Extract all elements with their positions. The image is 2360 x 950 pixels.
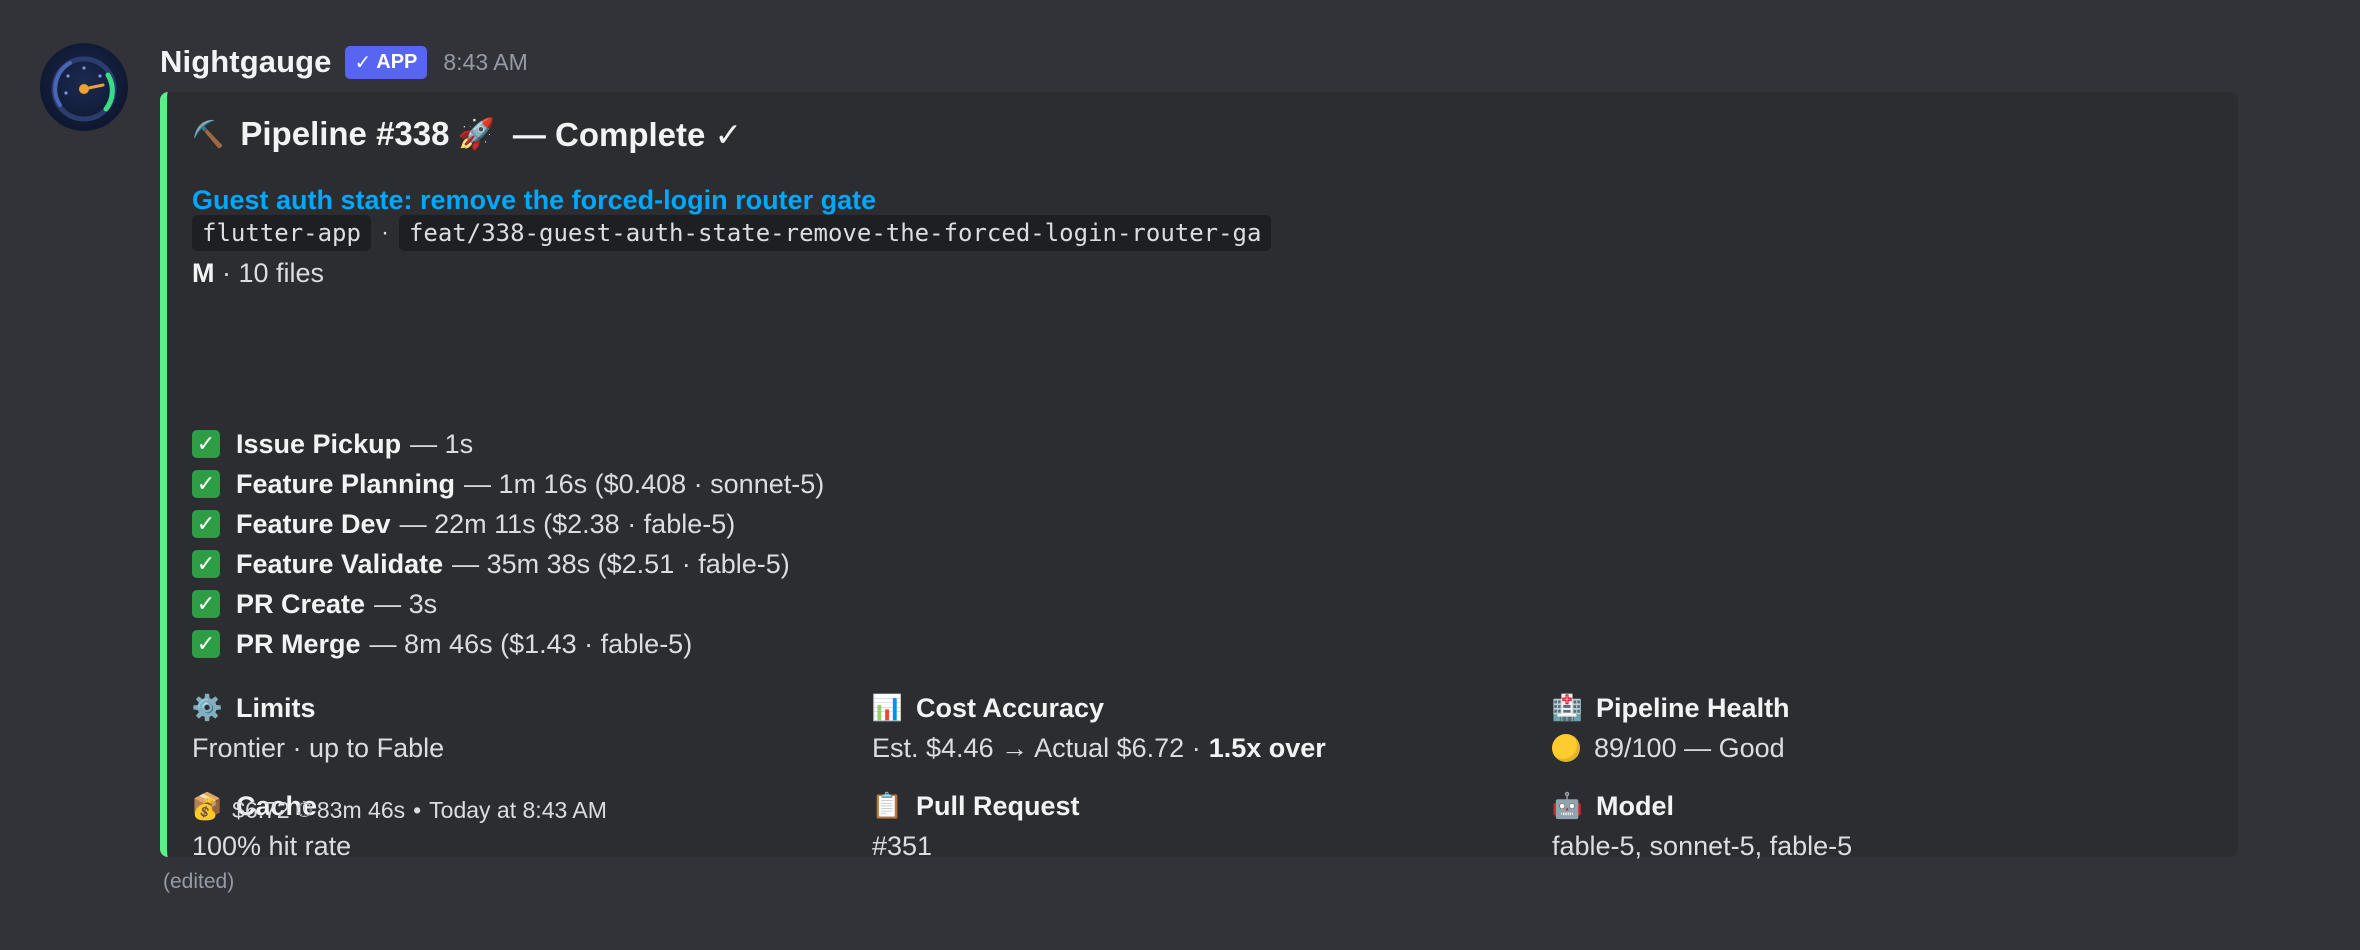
field-label: Model xyxy=(1596,790,1674,821)
stage-name: PR Create xyxy=(236,588,366,619)
check-mark-icon: ✓ xyxy=(192,590,220,618)
health-score: 89/100 — Good xyxy=(1594,732,1785,763)
yellow-circle-icon xyxy=(1552,734,1580,762)
robot-icon: 🤖 xyxy=(1551,791,1583,820)
stage-row: ✓ Feature Validate — 35m 38s ($2.51 · fa… xyxy=(192,546,790,582)
check-mark-icon: ✓ xyxy=(192,430,220,458)
field-label: Pipeline Health xyxy=(1596,692,1790,723)
verified-check-icon: ✓ xyxy=(354,51,372,74)
stage-detail: — 35m 38s ($2.51 · fable-5) xyxy=(452,548,790,579)
field-limits-name: ⚙️ Limits xyxy=(191,690,832,726)
repo-name: flutter-app xyxy=(192,215,371,251)
stage-detail: — 1m 16s ($0.408 · sonnet-5) xyxy=(464,468,825,499)
stopwatch-icon: ⏱ xyxy=(295,797,313,822)
stage-detail: — 3s xyxy=(374,588,438,619)
message-timestamp[interactable]: 8:43 AM xyxy=(443,49,527,76)
embed-title: ⛏️ Pipeline #338 🚀 — Complete ✓ xyxy=(192,114,742,154)
stage-row: ✓ PR Merge — 8m 46s ($1.43 · fable-5) xyxy=(192,626,692,662)
stage-row: ✓ Feature Dev — 22m 11s ($2.38 · fable-5… xyxy=(192,506,735,542)
bar-chart-icon: 📊 xyxy=(871,693,903,722)
footer-time: Today at 8:43 AM xyxy=(429,796,607,823)
separator: · xyxy=(380,219,389,246)
stage-row: ✓ PR Create — 3s xyxy=(192,586,437,622)
speedometer-icon xyxy=(51,56,117,122)
field-cost-accuracy-name: 📊 Cost Accuracy xyxy=(871,690,1512,726)
field-limits-value: Frontier · up to Fable xyxy=(192,732,445,763)
embed-footer: 💰 $6.72 ⏱ 83m 46s • Today at 8:43 AM xyxy=(192,795,607,825)
field-pipeline-health-name: 🏥 Pipeline Health xyxy=(1551,690,2192,726)
app-badge: ✓ APP xyxy=(344,45,428,79)
file-count: · 10 files xyxy=(222,258,325,288)
repo-branch-line: flutter-app · feat/338-guest-auth-state-… xyxy=(192,215,1272,251)
stage-name: Feature Dev xyxy=(236,508,391,539)
stage-name: Feature Validate xyxy=(236,548,444,579)
avatar[interactable] xyxy=(40,43,128,131)
clipboard-icon: 📋 xyxy=(871,791,903,820)
field-limits-block: ⚙️ Limits Frontier · up to Fable xyxy=(191,690,832,766)
field-pipeline-health-value: 89/100 — Good xyxy=(1552,730,2192,766)
edited-label: (edited) xyxy=(163,870,235,893)
check-mark-icon: ✓ xyxy=(192,510,220,538)
pipeline-embed: ⛏️ Pipeline #338 🚀 — Complete ✓ Guest au… xyxy=(160,92,2238,861)
branch-name: feat/338-guest-auth-state-remove-the-for… xyxy=(398,215,1272,251)
footer-cost: $6.72 xyxy=(232,796,290,823)
cost-estimate-text: Est. $4.46 → Actual $6.72 · xyxy=(872,732,1201,763)
field-label: Limits xyxy=(236,692,316,723)
stage-name: Feature Planning xyxy=(236,468,456,499)
check-mark-icon: ✓ xyxy=(192,630,220,658)
field-cache-value: 100% hit rate xyxy=(192,830,352,861)
footer-duration: 83m 46s xyxy=(316,796,406,823)
stage-name: Issue Pickup xyxy=(236,428,402,459)
embed-title-text: Pipeline #338 xyxy=(240,115,450,152)
issue-link[interactable]: Guest auth state: remove the forced-logi… xyxy=(192,180,876,220)
message-header: Nightgauge ✓ APP 8:43 AM xyxy=(160,42,528,82)
stage-row: ✓ Feature Planning — 1m 16s ($0.408 · so… xyxy=(192,466,824,502)
field-label: Pull Request xyxy=(916,790,1080,821)
rocket-icon: 🚀 xyxy=(457,117,495,151)
embed-title-status: — Complete ✓ xyxy=(512,115,743,153)
field-pull-request-value: #351 xyxy=(872,830,933,861)
field-cost-accuracy-value: Est. $4.46 → Actual $6.72 · 1.5x over xyxy=(872,730,1512,766)
footer-bullet: • xyxy=(413,796,422,823)
app-badge-label: APP xyxy=(376,50,418,73)
field-pipeline-health: 🏥 Pipeline Health 89/100 — Good xyxy=(1551,690,2192,766)
field-pull-request: 📋 Pull Request #351 xyxy=(871,788,1512,864)
stage-detail: — 22m 11s ($2.38 · fable-5) xyxy=(399,508,736,539)
stage-name: PR Merge xyxy=(236,628,361,659)
hospital-icon: 🏥 xyxy=(1551,693,1583,722)
money-bag-icon: 💰 xyxy=(192,798,219,821)
chat-message: Nightgauge ✓ APP 8:43 AM ⛏️ Pipeline #33… xyxy=(0,0,2360,950)
field-pull-request-name: 📋 Pull Request xyxy=(871,788,1512,824)
field-model: 🤖 Model fable-5, sonnet-5, fable-5 xyxy=(1551,788,2192,864)
gear-icon: ⚙️ xyxy=(191,693,223,722)
field-label: Cost Accuracy xyxy=(916,692,1105,723)
field-cost-accuracy: 📊 Cost Accuracy Est. $4.46 → Actual $6.7… xyxy=(871,690,1512,766)
stage-row: ✓ Issue Pickup — 1s xyxy=(192,426,473,462)
stage-detail: — 8m 46s ($1.43 · fable-5) xyxy=(369,628,693,659)
username[interactable]: Nightgauge xyxy=(160,44,332,80)
field-model-value: fable-5, sonnet-5, fable-5 xyxy=(1552,830,1853,861)
check-mark-icon: ✓ xyxy=(192,470,220,498)
size-label: M xyxy=(192,258,215,288)
cost-overrun: 1.5x over xyxy=(1208,732,1326,763)
stage-detail: — 1s xyxy=(410,428,474,459)
pickaxe-icon: ⛏️ xyxy=(192,118,225,149)
field-model-name: 🤖 Model xyxy=(1551,788,2192,824)
check-mark-icon: ✓ xyxy=(192,550,220,578)
change-size: M · 10 files xyxy=(192,255,324,291)
